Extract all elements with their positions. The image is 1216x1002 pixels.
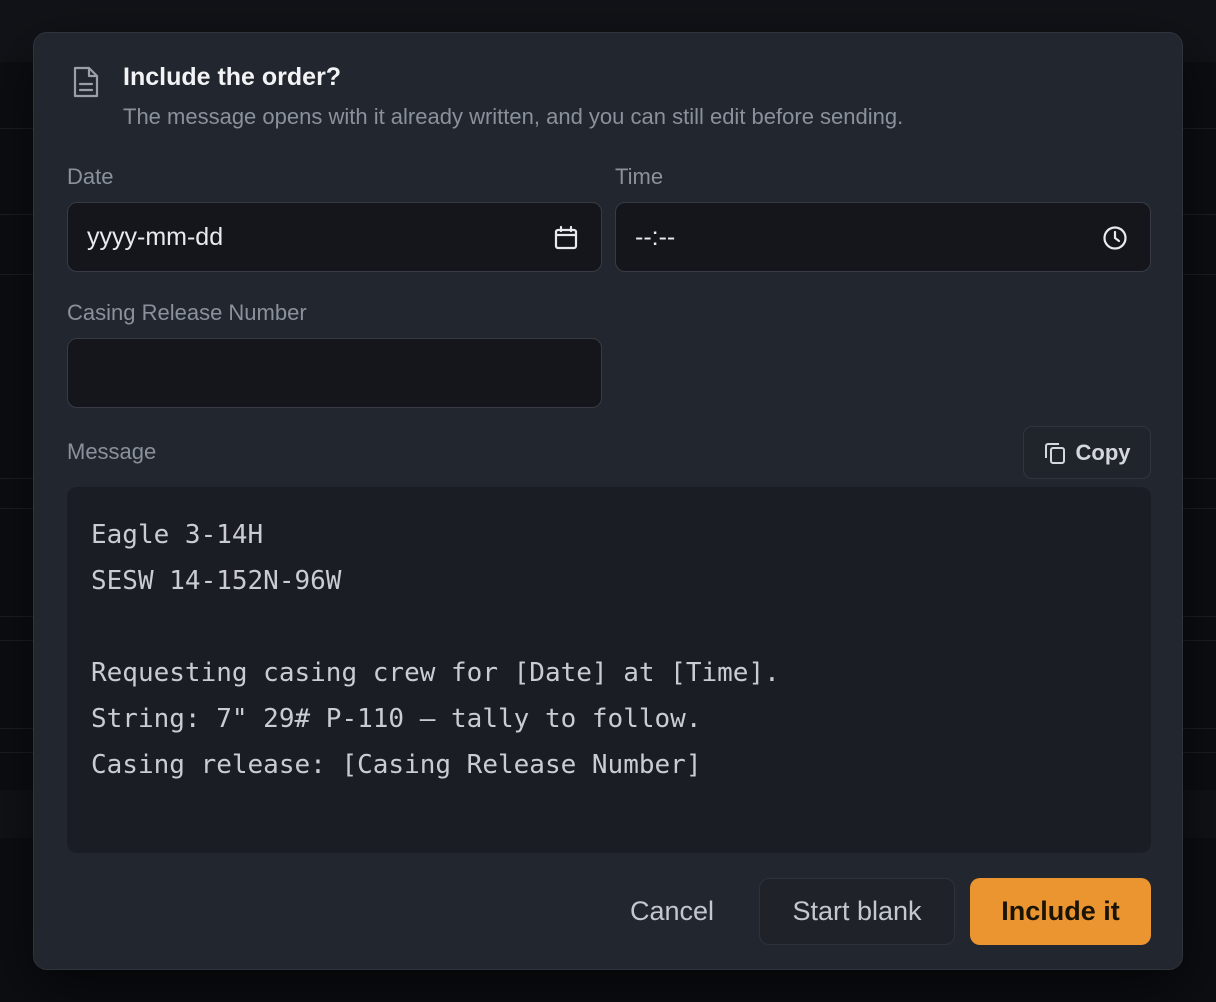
include-it-button[interactable]: Include it (970, 878, 1151, 945)
date-input[interactable]: yyyy-mm-dd (67, 202, 602, 272)
casing-release-label: Casing Release Number (67, 300, 307, 325)
time-label: Time (615, 164, 664, 189)
date-label: Date (67, 164, 114, 189)
time-placeholder: --:-- (635, 222, 676, 251)
dialog-title: Include the order? (123, 63, 342, 91)
message-label: Message (67, 439, 157, 464)
casing-release-input[interactable] (67, 338, 602, 408)
dialog-subtitle: The message opens with it already writte… (123, 104, 904, 129)
document-icon (73, 66, 99, 98)
time-input[interactable]: --:-- (615, 202, 1151, 272)
calendar-icon[interactable] (553, 225, 579, 251)
message-textarea[interactable]: Eagle 3-14H SESW 14-152N-96W Requesting … (67, 487, 1151, 853)
copy-icon (1044, 442, 1065, 464)
copy-label: Copy (1075, 439, 1131, 465)
clock-icon[interactable] (1102, 225, 1128, 251)
date-placeholder: yyyy-mm-dd (87, 222, 224, 251)
copy-button[interactable]: Copy (1023, 426, 1151, 479)
cancel-button[interactable]: Cancel (604, 878, 740, 945)
start-blank-button[interactable]: Start blank (759, 878, 955, 945)
include-order-dialog: Include the order? The message opens wit… (33, 32, 1183, 970)
